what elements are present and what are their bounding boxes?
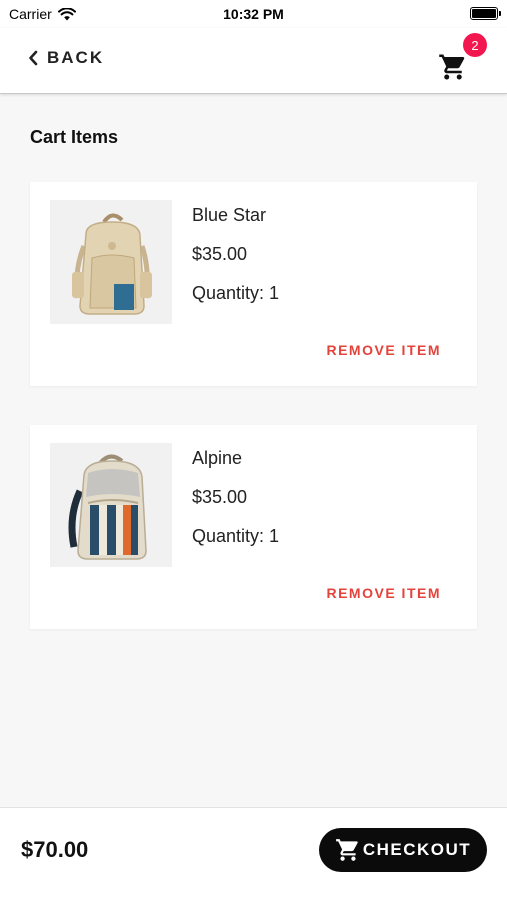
cart-count-badge: 2: [463, 33, 487, 57]
shopping-cart-icon: [335, 839, 358, 861]
page-title: Cart Items: [30, 127, 119, 147]
product-name: Blue Star: [192, 205, 267, 225]
product-quantity: Quantity: 1: [192, 283, 280, 303]
chevron-left-icon: [29, 50, 38, 66]
battery-icon: [470, 7, 501, 20]
checkout-button[interactable]: CHECKOUT: [319, 828, 487, 872]
remove-item-button[interactable]: REMOVE ITEM: [326, 342, 441, 358]
product-price: $35.00: [192, 244, 248, 264]
cart-item-card: Alpine $35.00 Quantity: 1 REMOVE ITEM: [30, 425, 477, 629]
cart-button[interactable]: [438, 52, 468, 82]
cart-item-card: Blue Star $35.00 Quantity: 1 REMOVE ITEM: [30, 182, 477, 386]
shopping-cart-icon: [439, 54, 465, 80]
product-image: [50, 200, 172, 324]
product-quantity: Quantity: 1: [192, 526, 280, 546]
checkout-bar: $70.00 CHECKOUT: [0, 807, 507, 900]
product-price: $35.00: [192, 487, 248, 507]
back-label: BACK: [47, 48, 105, 67]
cart-total: $70.00: [21, 837, 89, 862]
status-time: 10:32 PM: [223, 6, 284, 22]
checkout-label: CHECKOUT: [362, 840, 472, 859]
remove-item-button[interactable]: REMOVE ITEM: [326, 585, 441, 601]
app-header: BACK: [0, 28, 507, 94]
product-image: [50, 443, 172, 567]
back-button[interactable]: BACK: [28, 48, 104, 68]
product-name: Alpine: [192, 448, 243, 468]
status-bar: Carrier 10:32 PM: [0, 0, 507, 28]
